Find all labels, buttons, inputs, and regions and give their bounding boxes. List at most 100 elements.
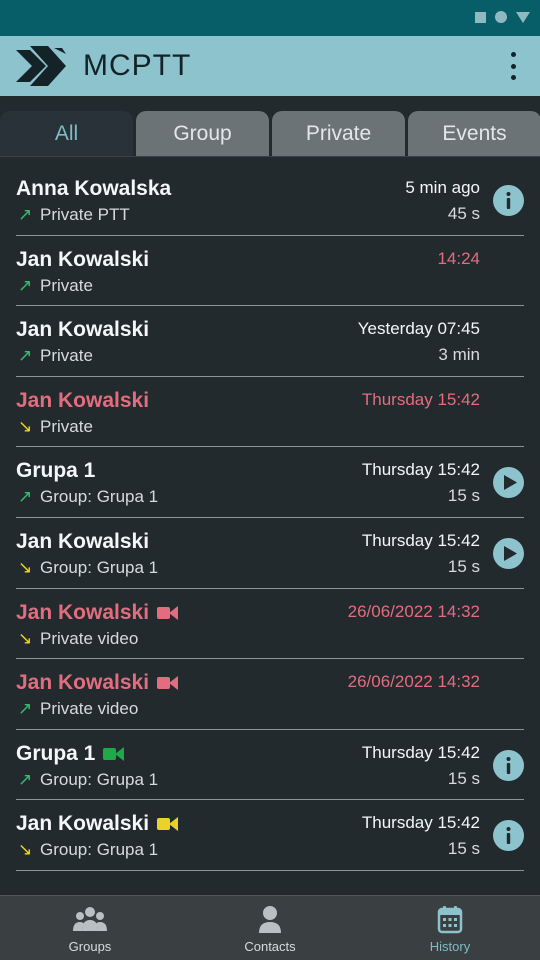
history-row[interactable]: Grupa 1 ↗ Group: Grupa 1 Thursday 15:42 15 s xyxy=(0,447,540,518)
nav-groups[interactable]: Groups xyxy=(0,896,180,960)
outgoing-call-icon: ↗ xyxy=(18,275,33,295)
history-row[interactable]: Jan Kowalski ↘ Private Thursday 15:42 xyxy=(0,377,540,448)
contact-name: Grupa 1 xyxy=(16,742,125,766)
history-row[interactable]: Anna Kowalska ↗ Private PTT 5 min ago 45 s xyxy=(0,165,540,236)
video-camera-icon xyxy=(157,817,179,832)
nav-history[interactable]: History xyxy=(360,896,540,960)
call-time: 26/06/2022 14:32 xyxy=(347,672,480,692)
contact-name-text: Jan Kowalski xyxy=(16,247,150,271)
video-camera-icon xyxy=(157,605,179,620)
call-time: 14:24 xyxy=(437,248,480,268)
call-time: Thursday 15:42 xyxy=(361,530,480,550)
call-type: ↘ Group: Grupa 1 xyxy=(18,840,158,860)
call-type: ↗ Private PTT xyxy=(18,205,130,225)
groups-icon xyxy=(73,907,107,931)
tab-private[interactable]: Private xyxy=(272,111,405,156)
outgoing-call-icon: ↗ xyxy=(18,487,33,507)
contact-name-text: Jan Kowalski xyxy=(16,318,150,342)
incoming-call-icon: ↘ xyxy=(18,557,33,577)
nav-contacts-label: Contacts xyxy=(244,939,296,954)
info-icon[interactable] xyxy=(493,749,524,781)
incoming-call-icon: ↘ xyxy=(18,628,33,648)
contact-name-text: Anna Kowalska xyxy=(16,177,172,200)
history-row[interactable]: Jan Kowalski ↘ Group: Grupa 1 Thursday 15:4… xyxy=(0,518,540,589)
call-duration: 15 s xyxy=(447,839,480,859)
incoming-call-icon: ↘ xyxy=(18,416,33,436)
nav-history-label: History xyxy=(429,939,471,954)
call-type-text: Private video xyxy=(40,628,139,648)
history-row[interactable]: Jan Kowalski ↘ Group: Grupa 1 Thursday 15:4… xyxy=(0,800,540,871)
outgoing-call-icon: ↗ xyxy=(18,769,33,789)
bottom-navigation: Groups Contacts History xyxy=(0,895,540,960)
contact-name: Jan Kowalski xyxy=(16,601,179,625)
video-camera-icon xyxy=(157,676,179,691)
history-row[interactable]: Jan Kowalski ↗ Private video 26/06/2022 14:… xyxy=(0,659,540,730)
call-type: ↗ Group: Grupa 1 xyxy=(18,770,158,790)
history-row[interactable]: Grupa 1 ↗ Group: Grupa 1 Thursday 15:42 15 s xyxy=(0,730,540,801)
info-icon[interactable] xyxy=(493,185,524,216)
video-camera-icon xyxy=(103,746,125,761)
status-bar xyxy=(0,0,540,36)
call-type-text: Group: Grupa 1 xyxy=(40,487,159,507)
call-duration: 3 min xyxy=(438,345,480,365)
contact-name: Jan Kowalski xyxy=(16,671,179,695)
call-type-text: Group: Grupa 1 xyxy=(40,840,159,860)
contact-name: Jan Kowalski xyxy=(16,318,149,342)
contact-name: Jan Kowalski xyxy=(16,530,149,554)
tab-events[interactable]: Events xyxy=(408,111,540,156)
call-type-text: Group: Grupa 1 xyxy=(40,769,159,789)
call-type: ↘ Group: Grupa 1 xyxy=(18,558,158,578)
call-type: ↘ Private video xyxy=(18,629,138,649)
recents-icon xyxy=(475,11,486,23)
history-row[interactable]: Jan Kowalski ↗ Private 14:24 xyxy=(0,236,540,307)
call-type-text: Private PTT xyxy=(40,205,130,224)
contact-name: Anna Kowalska xyxy=(16,177,171,201)
play-icon[interactable] xyxy=(493,537,524,569)
call-type-text: Group: Grupa 1 xyxy=(40,557,159,577)
tab-divider xyxy=(0,156,540,157)
history-row[interactable]: Jan Kowalski ↗ Private Yesterday 07:45 3 min xyxy=(0,306,540,377)
call-type-text: Private xyxy=(40,275,93,295)
contact-name-text: Jan Kowalski xyxy=(16,529,150,553)
contacts-icon xyxy=(259,906,281,933)
call-type: ↗ Private xyxy=(18,276,93,296)
call-time: Yesterday 07:45 xyxy=(357,319,480,339)
outgoing-call-icon: ↗ xyxy=(18,699,33,719)
contact-name-text: Jan Kowalski xyxy=(16,388,150,412)
history-row[interactable]: Jan Kowalski ↘ Private video 26/06/2022 14:… xyxy=(0,589,540,660)
tab-all[interactable]: All xyxy=(0,111,133,156)
overflow-menu-icon[interactable] xyxy=(506,52,520,80)
nav-groups-label: Groups xyxy=(68,939,112,954)
app-logo-icon xyxy=(16,46,66,86)
contact-name: Jan Kowalski xyxy=(16,389,149,413)
play-icon[interactable] xyxy=(493,467,524,499)
call-type: ↗ Group: Grupa 1 xyxy=(18,487,158,507)
outgoing-call-icon: ↗ xyxy=(18,205,33,224)
home-icon xyxy=(495,11,507,23)
call-type: ↗ Private xyxy=(18,346,93,366)
call-time: Thursday 15:42 xyxy=(361,742,480,762)
nav-contacts[interactable]: Contacts xyxy=(180,896,360,960)
call-time: Thursday 15:42 xyxy=(361,813,480,833)
history-list: Anna Kowalska ↗ Private PTT 5 min ago 45 s Ja… xyxy=(0,165,540,871)
call-type-text: Private video xyxy=(40,699,139,719)
app-bar: MCPTT xyxy=(0,36,540,96)
contact-name-text: Grupa 1 xyxy=(16,459,96,483)
contact-name-text: Jan Kowalski xyxy=(16,812,150,836)
back-icon xyxy=(516,11,530,23)
call-type: ↗ Private video xyxy=(18,699,138,719)
calendar-icon xyxy=(437,906,463,934)
contact-name-text: Grupa 1 xyxy=(16,741,96,765)
call-duration: 15 s xyxy=(447,768,480,788)
call-duration: 45 s xyxy=(447,204,480,223)
call-time: 26/06/2022 14:32 xyxy=(347,601,480,621)
call-time: 5 min ago xyxy=(405,178,480,197)
contact-name: Jan Kowalski xyxy=(16,812,179,836)
call-type: ↘ Private xyxy=(18,417,93,437)
row-divider xyxy=(16,869,524,871)
contact-name-text: Jan Kowalski xyxy=(16,671,150,695)
info-icon[interactable] xyxy=(493,820,524,852)
call-time: Thursday 15:42 xyxy=(361,389,480,409)
call-time: Thursday 15:42 xyxy=(361,460,480,480)
tab-group[interactable]: Group xyxy=(136,111,269,156)
